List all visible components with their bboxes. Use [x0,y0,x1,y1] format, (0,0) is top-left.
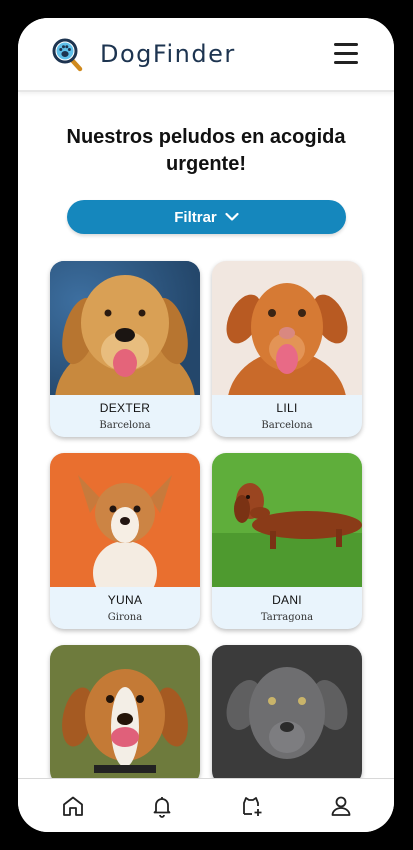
home-icon[interactable] [61,794,85,818]
phone-screen: DogFinder Nuestros peludos en acogida ur… [18,18,394,832]
dog-name: DANI [272,593,302,607]
bottom-navigation [18,778,394,832]
dog-photo [50,453,200,587]
profile-icon[interactable] [329,794,353,818]
dog-photo [212,261,362,395]
dog-card[interactable]: DEXTER Barcelona [50,261,200,437]
dog-card[interactable] [50,645,200,785]
dog-card[interactable]: DANI Tarragona [212,453,362,629]
dog-city: Barcelona [261,420,313,431]
hamburger-menu-icon[interactable] [334,42,360,66]
dog-photo [212,453,362,587]
dog-city: Girona [107,612,143,623]
dog-name: YUNA [107,593,143,607]
dog-card[interactable]: YUNA Girona [50,453,200,629]
magnifier-paw-icon [52,38,84,72]
filter-button[interactable]: Filtrar [67,200,346,234]
dog-city: Tarragona [260,612,314,623]
page-title: Nuestros peludos en acogida urgente! [66,126,346,175]
filter-label: Filtrar [174,208,217,226]
brand-name: DogFinder [100,40,236,68]
dog-city: Barcelona [99,420,151,431]
dog-card[interactable] [212,645,362,785]
dog-photo [50,261,200,395]
dog-name: DEXTER [99,401,151,415]
bell-icon[interactable] [150,794,174,818]
dog-card[interactable]: LILI Barcelona [212,261,362,437]
chevron-down-icon [225,212,239,221]
dog-photo [50,645,200,779]
dog-photo [212,645,362,779]
app-header: DogFinder [18,18,394,92]
add-dog-icon[interactable] [240,794,264,818]
dog-name: LILI [276,401,298,415]
